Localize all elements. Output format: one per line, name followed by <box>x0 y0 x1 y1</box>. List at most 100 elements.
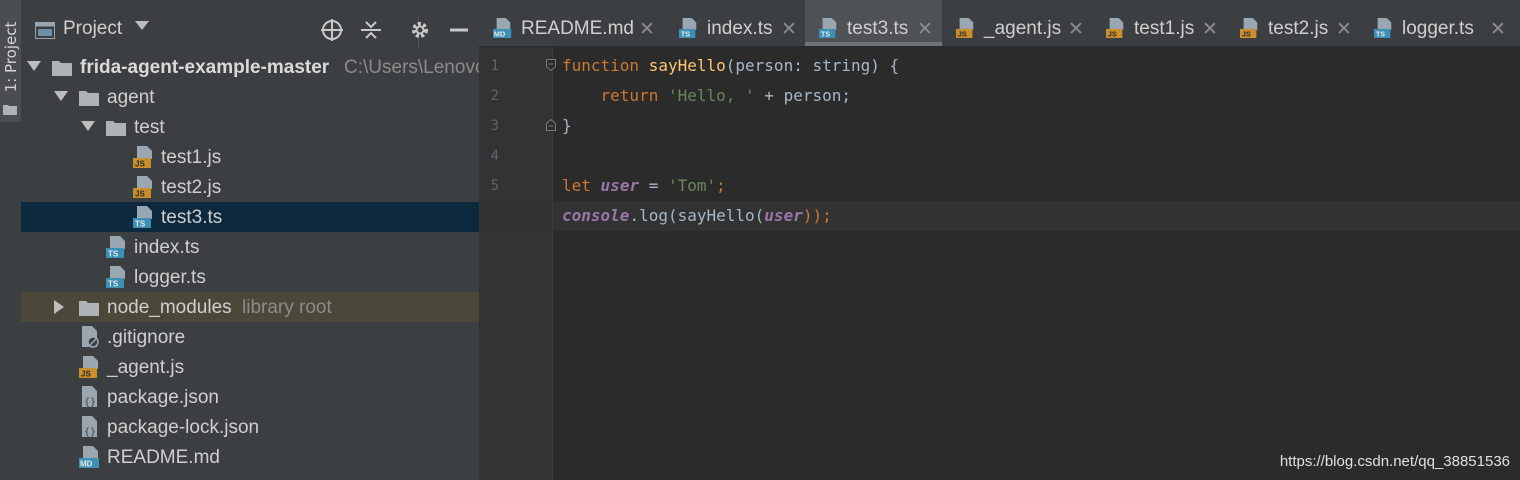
ts-file-icon: TS <box>133 206 152 229</box>
folder-icon <box>79 91 99 106</box>
ts-file-icon: TS <box>106 236 125 259</box>
code-token-punctuation: )); <box>802 206 832 225</box>
tab-readme-md[interactable]: MD README.md ✕ <box>479 0 665 46</box>
ignore-file-icon <box>82 326 99 348</box>
code-line-2: return 'Hello, ' + person; <box>562 81 851 111</box>
tab-test2-js[interactable]: JS test2.js ✕ <box>1226 0 1360 46</box>
code-token-text: } <box>562 116 572 135</box>
svg-text:JS: JS <box>1242 30 1251 38</box>
tree-item-readme-md[interactable]: MD README.md <box>21 442 479 472</box>
tree-item-package-json[interactable]: {} package.json <box>21 382 479 412</box>
tree-item-node-modules[interactable]: node_modules library root <box>21 292 479 322</box>
js-file-icon: JS <box>133 176 152 199</box>
tree-item-test1-js[interactable]: JS test1.js <box>21 142 479 172</box>
code-token-variable: user <box>600 176 640 195</box>
line-number: 4 <box>490 148 499 164</box>
code-token-keyword: return <box>600 86 659 105</box>
svg-text:JS: JS <box>135 190 145 199</box>
minimize-icon[interactable] <box>446 16 472 44</box>
svg-text:JS: JS <box>81 370 91 379</box>
tree-item-label: README.md <box>107 447 220 468</box>
close-icon[interactable]: ✕ <box>781 18 797 41</box>
tree-item-label: test1.js <box>161 147 222 168</box>
code-token-text: .log(sayHello( <box>629 206 765 225</box>
tree-item-label: package.json <box>107 387 219 408</box>
code-token-variable: console <box>562 206 630 225</box>
tree-item-logger-ts[interactable]: TS logger.ts <box>21 262 479 292</box>
code-token-string: 'Hello, ' <box>667 86 755 105</box>
tree-item-label: _agent.js <box>107 357 185 378</box>
close-icon[interactable]: ✕ <box>917 18 933 41</box>
expanded-arrow-icon[interactable] <box>54 91 68 101</box>
svg-text:TS: TS <box>681 30 690 38</box>
code-token-text: = <box>639 176 668 195</box>
tab-agent-js[interactable]: JS _agent.js ✕ <box>942 0 1092 46</box>
code-token-variable: user <box>764 206 803 225</box>
project-tool-tab[interactable]: 1: Project <box>0 0 21 122</box>
tree-item-label: agent <box>107 87 155 108</box>
collapse-all-icon[interactable] <box>358 16 384 44</box>
svg-text:TS: TS <box>821 30 830 38</box>
md-file-icon: MD <box>493 18 512 38</box>
svg-text:JS: JS <box>958 30 967 38</box>
fold-end-icon[interactable] <box>546 119 556 131</box>
expanded-arrow-icon[interactable] <box>81 121 95 131</box>
tool-window-strip: 1: Project <box>0 0 22 480</box>
project-panel-title[interactable]: Project <box>63 18 122 40</box>
fold-open-icon[interactable] <box>546 59 556 71</box>
close-icon[interactable]: ✕ <box>1202 18 1218 41</box>
close-icon[interactable]: ✕ <box>639 18 655 41</box>
svg-text:{}: {} <box>84 397 96 408</box>
close-icon[interactable]: ✕ <box>1336 18 1352 41</box>
tree-item-test[interactable]: test <box>21 112 479 142</box>
code-editor[interactable]: 1 2 3 4 5 6 function sayHello(person: st… <box>479 47 1520 480</box>
code-token-string: 'Tom' <box>667 176 717 195</box>
tree-item-agent[interactable]: agent <box>21 82 479 112</box>
collapsed-arrow-icon[interactable] <box>54 300 64 314</box>
js-file-icon: JS <box>956 18 974 38</box>
tree-item-test2-js[interactable]: JS test2.js <box>21 172 479 202</box>
tree-item-note: library root <box>242 297 332 318</box>
close-icon[interactable]: ✕ <box>1068 18 1084 41</box>
line-number-gutter: 1 2 3 4 5 6 <box>479 47 552 480</box>
svg-text:TS: TS <box>135 220 146 229</box>
tree-item-label: test <box>134 117 165 138</box>
svg-text:TS: TS <box>108 250 119 259</box>
tab-label: test1.js <box>1134 18 1195 39</box>
tab-test1-js[interactable]: JS test1.js ✕ <box>1092 0 1226 46</box>
svg-text:{}: {} <box>84 427 96 438</box>
folder-icon <box>52 61 72 76</box>
close-icon[interactable]: ✕ <box>1490 18 1506 41</box>
line-number: 2 <box>490 88 499 104</box>
project-tool-tab-label: 1: Project <box>2 21 20 93</box>
folder-icon <box>3 105 17 115</box>
tree-item-test3-ts[interactable]: TS test3.ts <box>21 202 479 232</box>
tree-item-label: node_modules <box>107 297 232 318</box>
tree-item-gitignore[interactable]: .gitignore <box>21 322 479 352</box>
tab-label: test3.ts <box>847 18 909 39</box>
md-file-icon: MD <box>79 446 99 469</box>
tree-item-agent-js[interactable]: JS _agent.js <box>21 352 479 382</box>
tree-item-project-root[interactable]: frida-agent-example-master C:\Users\Leno… <box>21 52 486 82</box>
code-token-punctuation: ; <box>716 176 726 195</box>
tree-item-path: C:\Users\Lenovo <box>344 57 486 78</box>
tree-item-package-lock-json[interactable]: {} package-lock.json <box>21 412 479 442</box>
locate-icon[interactable] <box>319 16 345 44</box>
chevron-down-icon[interactable] <box>135 21 149 30</box>
tab-index-ts[interactable]: TS index.ts ✕ <box>665 0 805 46</box>
expanded-arrow-icon[interactable] <box>27 61 41 71</box>
line-number: 5 <box>490 178 499 194</box>
code-token-text: (person: string) { <box>725 56 900 75</box>
code-line-3: } <box>562 111 572 141</box>
tab-test3-ts[interactable]: TS test3.ts ✕ <box>805 0 942 46</box>
svg-text:MD: MD <box>80 460 93 469</box>
tab-logger-ts[interactable]: TS logger.ts ✕ <box>1360 0 1520 46</box>
watermark: https://blog.csdn.net/qq_38851536 <box>1279 453 1510 470</box>
gear-icon[interactable] <box>407 16 433 44</box>
tree-item-label: test2.js <box>161 177 222 198</box>
project-panel-header: Project <box>21 0 479 47</box>
tree-item-index-ts[interactable]: TS index.ts <box>21 232 479 262</box>
tree-item-label: .gitignore <box>107 327 186 348</box>
